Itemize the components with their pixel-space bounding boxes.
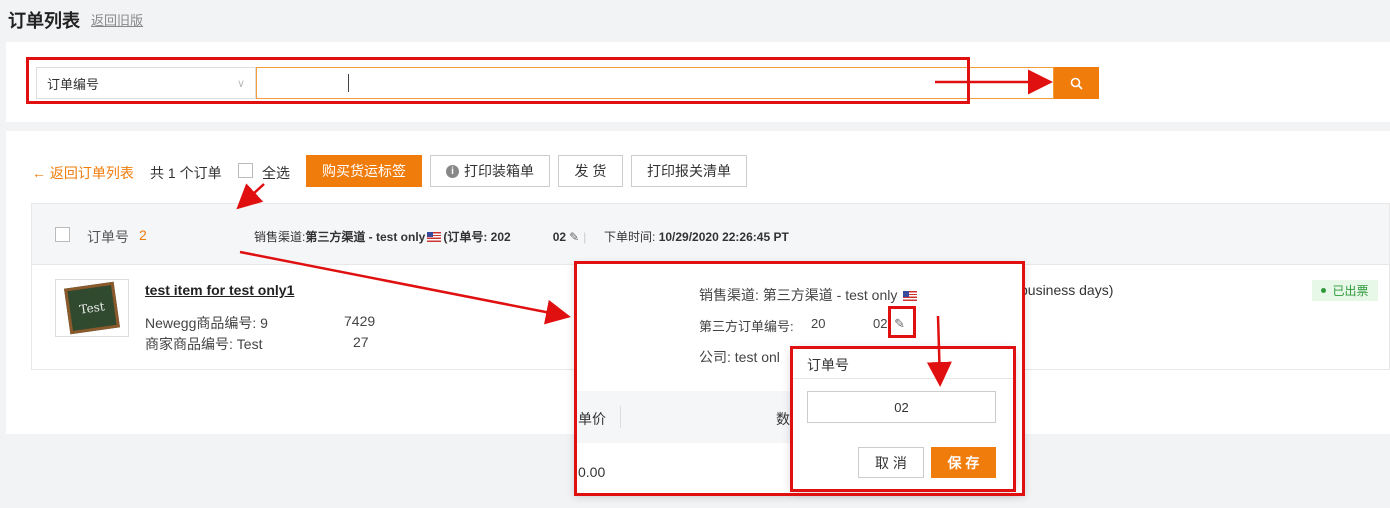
search-icon — [1070, 77, 1083, 90]
print-packing-slip-label: 打印装箱单 — [464, 163, 534, 179]
back-old-version-link[interactable]: 返回旧版 — [91, 10, 143, 29]
close-icon[interactable]: ✕ — [1030, 74, 1042, 91]
print-packing-slip-button[interactable]: i 打印装箱单 — [430, 155, 550, 187]
select-all-label: 全选 — [262, 165, 290, 181]
order-date-value: 10/29/2020 22:26:45 PT — [658, 230, 789, 244]
item-thumbnail[interactable]: Test — [55, 279, 129, 337]
annotation-box-edit-icon — [888, 306, 916, 338]
search-button[interactable] — [1054, 67, 1099, 99]
info-icon: i — [446, 164, 459, 178]
newegg-item-number-tail: 7429 — [344, 313, 376, 329]
order-date-info: 下单时间: 10/29/2020 22:26:45 PT — [604, 228, 789, 245]
status-badge: 已出票 — [1312, 280, 1378, 301]
chalkboard-image: Test — [64, 281, 120, 335]
divider: | — [583, 229, 587, 244]
page-title: 订单列表 — [8, 11, 80, 31]
sales-channel-info: 销售渠道: 第三方渠道 - test only (订单号: 202 02 ✎ | — [254, 228, 586, 245]
status-label: 已出票 — [1332, 284, 1369, 298]
delivery-estimate-text: business days) — [1020, 282, 1114, 298]
status-dot-icon — [1321, 288, 1327, 293]
edit-icon[interactable]: ✎ — [569, 230, 579, 244]
order-checkbox[interactable] — [55, 227, 70, 242]
back-to-order-list-link[interactable]: ← 返回订单列表 — [32, 163, 134, 183]
newegg-item-number: Newegg商品编号: 9 — [145, 315, 268, 331]
channel-label: 销售渠道: — [254, 230, 306, 244]
order-number-label: 订单号 — [87, 229, 129, 245]
print-customs-list-button[interactable]: 打印报关清单 — [631, 155, 747, 187]
ship-button[interactable]: 发 货 — [558, 155, 623, 187]
third-party-order-label: (订单号: 202 — [443, 230, 511, 244]
annotation-box-dialog — [790, 346, 1016, 492]
seller-item-number: 商家商品编号: Test — [145, 336, 263, 352]
seller-item-number-tail: 27 — [353, 334, 369, 350]
order-number-link[interactable]: 2 — [139, 227, 147, 243]
third-party-order-tail: 02 — [552, 229, 567, 244]
order-count: 共 1 个订单 — [150, 165, 222, 181]
item-title-link[interactable]: test item for test only1 — [145, 282, 294, 298]
channel-value: 第三方渠道 - test only — [305, 230, 426, 244]
buy-shipping-label-button[interactable]: 购买货运标签 — [306, 155, 422, 187]
annotation-box-search — [26, 57, 970, 104]
select-all-checkbox[interactable] — [238, 163, 253, 178]
us-flag-icon — [427, 231, 442, 242]
order-date-label: 下单时间: — [604, 230, 656, 244]
